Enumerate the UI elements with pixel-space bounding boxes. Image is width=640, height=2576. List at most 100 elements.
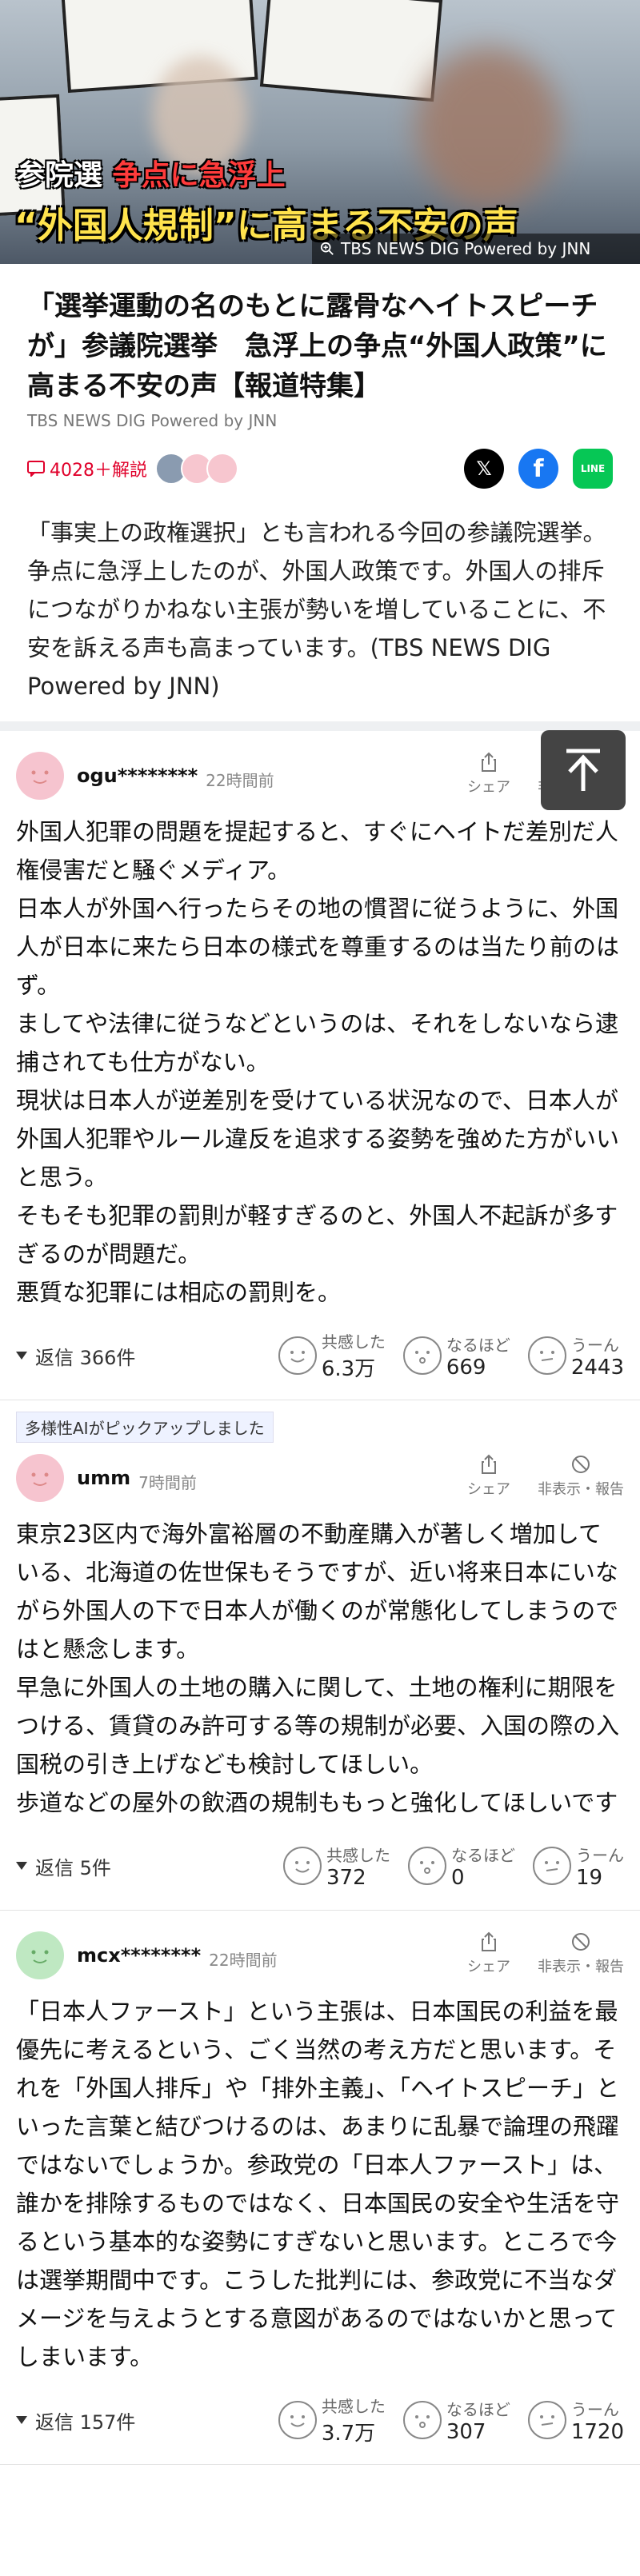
replies-label: 返信 5件 bbox=[35, 1856, 111, 1879]
share-comment-button[interactable]: シェア bbox=[467, 1931, 510, 1976]
article-lede: 「事実上の政権選択」とも言われる今回の参議院選挙。争点に急浮上したのが、外国人政… bbox=[27, 519, 606, 700]
share-buttons: 𝕏 f LINE bbox=[464, 449, 613, 489]
hide-report-button[interactable]: 非表示・報告 bbox=[538, 1931, 624, 1976]
hero-image[interactable]: 参院選 争点に急浮上 “外国人規制”に高まる不安の声 TBS NEWS DIG … bbox=[0, 0, 640, 264]
ok-face-icon bbox=[402, 1336, 442, 1375]
empathy-count: 6.3万 bbox=[321, 1357, 376, 1381]
share-icon bbox=[482, 1931, 496, 1951]
comment-body: 外国人犯罪の問題を提起すると、すぐにヘイトだ差別だ人権侵害だと騒ぐメディア。 日… bbox=[16, 818, 620, 1306]
ai-pickup-badge: 多様性AIがピックアップしました bbox=[16, 1412, 274, 1443]
hide-report-label: 非表示・報告 bbox=[538, 1481, 624, 1498]
hero-headline-prefix: 参院選 bbox=[16, 159, 103, 192]
article-title: 「選挙運動の名のもとに露骨なヘイトスピーチが」参議院選挙 急浮上の争点“外国人政… bbox=[27, 290, 607, 402]
comment-username[interactable]: umm bbox=[77, 1467, 130, 1489]
comment-time: 7時間前 bbox=[138, 1473, 197, 1492]
hmm-label: うーん bbox=[570, 2399, 619, 2419]
avatar bbox=[206, 453, 238, 485]
share-comment-button[interactable]: シェア bbox=[467, 1454, 510, 1499]
indeed-label: なるほど bbox=[446, 2399, 510, 2419]
hide-report-label: 非表示・報告 bbox=[538, 1959, 624, 1975]
hero-headline: 参院選 争点に急浮上 bbox=[16, 152, 286, 194]
share-label: シェア bbox=[467, 1959, 510, 1975]
share-icon bbox=[482, 1454, 496, 1474]
zoom-icon bbox=[320, 242, 334, 255]
comment-count-link[interactable]: 4028＋解説 bbox=[27, 456, 147, 481]
thinking-face-icon bbox=[533, 1847, 571, 1885]
smile-icon bbox=[283, 1847, 322, 1885]
smile-face-icon bbox=[31, 770, 49, 784]
ok-face-icon bbox=[402, 2401, 442, 2439]
hide-report-button[interactable]: 非表示・報告 bbox=[538, 1454, 624, 1499]
hero-headline-red: 争点に急浮上 bbox=[112, 159, 286, 192]
thinking-face-icon bbox=[527, 1336, 566, 1375]
share-icon bbox=[482, 752, 496, 772]
comment-count: 4028＋解説 bbox=[50, 461, 147, 481]
empathy-count: 3.7万 bbox=[321, 2422, 376, 2446]
indeed-label: なるほど bbox=[451, 1845, 515, 1865]
comment-body: 「日本人ファースト」という主張は、日本国民の利益を最優先に考えるという、ごく当然… bbox=[16, 1998, 620, 2370]
empathy-label: 共感した bbox=[321, 1332, 386, 1352]
avatar[interactable] bbox=[16, 1931, 64, 1979]
protest-sign bbox=[259, 0, 443, 102]
replies-toggle[interactable]: 返信 366件 bbox=[16, 1342, 135, 1370]
empathy-button[interactable]: 共感した 6.3万 bbox=[278, 1329, 386, 1382]
smile-icon bbox=[278, 1336, 317, 1375]
image-credit-bar[interactable]: TBS NEWS DIG Powered by JNN bbox=[312, 234, 640, 264]
line-share-icon[interactable]: LINE bbox=[573, 449, 613, 489]
indeed-count: 0 bbox=[451, 1865, 465, 1890]
avatar[interactable] bbox=[16, 1454, 64, 1502]
article-meta-row: 4028＋解説 𝕏 f LINE bbox=[0, 430, 640, 491]
share-label: シェア bbox=[467, 1481, 510, 1498]
commenter-avatars[interactable] bbox=[155, 453, 238, 485]
replies-toggle[interactable]: 返信 5件 bbox=[16, 1852, 111, 1880]
hmm-button[interactable]: うーん 1720 bbox=[527, 2394, 624, 2446]
indeed-button[interactable]: なるほど 307 bbox=[402, 2394, 510, 2446]
block-icon bbox=[572, 1933, 590, 1951]
share-comment-button[interactable]: シェア bbox=[467, 752, 510, 797]
image-credit: TBS NEWS DIG Powered by JNN bbox=[341, 239, 591, 258]
ok-face-icon bbox=[408, 1847, 446, 1885]
empathy-button[interactable]: 共感した 3.7万 bbox=[278, 2394, 386, 2446]
hmm-count: 19 bbox=[576, 1865, 603, 1890]
thinking-face-icon bbox=[527, 2401, 566, 2439]
empathy-label: 共感した bbox=[321, 2397, 386, 2416]
replies-toggle[interactable]: 返信 157件 bbox=[16, 2406, 135, 2434]
share-label: シェア bbox=[467, 779, 510, 796]
hmm-button[interactable]: うーん 19 bbox=[533, 1843, 624, 1890]
comment-username[interactable]: ogu******** bbox=[77, 765, 198, 787]
hmm-count: 2443 bbox=[570, 1355, 624, 1380]
scroll-to-top-button[interactable] bbox=[541, 730, 626, 810]
triangle-down-icon bbox=[16, 2416, 27, 2424]
smile-face-icon bbox=[31, 1950, 49, 1963]
empathy-count: 372 bbox=[326, 1865, 366, 1890]
hmm-count: 1720 bbox=[570, 2419, 624, 2444]
empathy-label: 共感した bbox=[326, 1845, 390, 1865]
triangle-down-icon bbox=[16, 1862, 27, 1870]
comment-item: mcx******** 22時間前 シェア 非表示・報告 「日本人ファースト」と… bbox=[0, 1911, 640, 2465]
triangle-down-icon bbox=[16, 1352, 27, 1360]
arrow-up-icon bbox=[566, 749, 600, 791]
article-source[interactable]: TBS NEWS DIG Powered by JNN bbox=[0, 406, 640, 430]
comment-list: ogu******** 22時間前 シェア 非表示・報告 外国人犯罪の問題を提起… bbox=[0, 731, 640, 2465]
comment-time: 22時間前 bbox=[209, 1951, 278, 1970]
facebook-share-icon[interactable]: f bbox=[518, 449, 558, 489]
x-share-icon[interactable]: 𝕏 bbox=[464, 449, 504, 489]
hmm-label: うーん bbox=[570, 1335, 619, 1355]
smile-icon bbox=[278, 2401, 317, 2439]
comment-time: 22時間前 bbox=[206, 771, 274, 790]
empathy-button[interactable]: 共感した 372 bbox=[283, 1843, 390, 1890]
avatar[interactable] bbox=[16, 752, 64, 800]
indeed-button[interactable]: なるほど 669 bbox=[402, 1329, 510, 1382]
comment-item: ogu******** 22時間前 シェア 非表示・報告 外国人犯罪の問題を提起… bbox=[0, 731, 640, 1400]
comment-icon bbox=[27, 461, 45, 477]
hmm-button[interactable]: うーん 2443 bbox=[527, 1329, 624, 1382]
indeed-count: 307 bbox=[446, 2419, 486, 2444]
comment-item: umm 7時間前 シェア 非表示・報告 東京23区内で海外富裕層の不動産購入が著… bbox=[0, 1443, 640, 1911]
comment-username[interactable]: mcx******** bbox=[77, 1944, 201, 1967]
comment-body: 東京23区内で海外富裕層の不動産購入が著しく増加している、北海道の佐世保もそうで… bbox=[16, 1520, 620, 1816]
smile-face-icon bbox=[31, 1472, 49, 1486]
block-icon bbox=[572, 1456, 590, 1473]
indeed-count: 669 bbox=[446, 1355, 486, 1380]
indeed-button[interactable]: なるほど 0 bbox=[408, 1843, 515, 1890]
indeed-label: なるほど bbox=[446, 1335, 510, 1355]
